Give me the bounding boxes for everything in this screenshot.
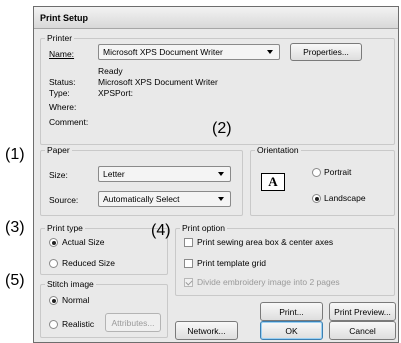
cancel-button[interactable]: Cancel [329, 321, 396, 340]
type-label: Type: [49, 88, 70, 98]
source-label: Source: [49, 195, 79, 205]
landscape-page-icon: A [261, 173, 285, 191]
status-printer-value: Microsoft XPS Document Writer [98, 77, 218, 87]
print-option-legend: Print option [182, 223, 225, 233]
attributes-button[interactable]: Attributes... [105, 313, 161, 332]
paper-size-select[interactable]: Letter [98, 166, 231, 182]
actual-size-label[interactable]: Actual Size [62, 237, 105, 247]
paper-size-value: Letter [103, 169, 125, 179]
print-setup-dialog: Print Setup Printer Name: Microsoft XPS … [33, 6, 399, 343]
normal-label[interactable]: Normal [62, 295, 89, 305]
status-ready-value: Ready [98, 66, 123, 76]
callout-1: (1) [5, 146, 25, 163]
portrait-radio[interactable] [312, 168, 321, 177]
where-label: Where: [49, 102, 77, 112]
orientation-legend: Orientation [257, 145, 299, 155]
chevron-down-icon [218, 172, 224, 176]
chevron-down-icon [218, 197, 224, 201]
print-button[interactable]: Print... [260, 302, 323, 321]
reduced-size-label[interactable]: Reduced Size [62, 258, 115, 268]
ok-button[interactable]: OK [260, 321, 323, 340]
print-preview-button[interactable]: Print Preview... [329, 302, 396, 321]
stitch-image-legend: Stitch image [47, 279, 94, 289]
paper-legend: Paper [47, 145, 70, 155]
printer-name-label: Name: [49, 49, 75, 59]
printer-legend: Printer [47, 33, 73, 43]
printer-name-value: Microsoft XPS Document Writer [103, 47, 223, 57]
print-type-legend: Print type [47, 223, 83, 233]
realistic-radio[interactable] [49, 320, 58, 329]
opt-sewing-area-checkbox[interactable] [184, 238, 193, 247]
network-button[interactable]: Network... [175, 321, 238, 340]
dialog-title: Print Setup [34, 7, 398, 29]
status-label: Status: [49, 77, 76, 87]
reduced-size-radio[interactable] [49, 259, 58, 268]
properties-button[interactable]: Properties... [290, 43, 362, 61]
landscape-label[interactable]: Landscape [324, 193, 366, 203]
actual-size-radio[interactable] [49, 238, 58, 247]
portrait-label[interactable]: Portrait [324, 167, 351, 177]
realistic-label[interactable]: Realistic [62, 319, 94, 329]
comment-label: Comment: [49, 117, 89, 127]
callout-3: (3) [5, 219, 25, 236]
opt-divide-image-checkbox[interactable] [184, 278, 193, 287]
callout-5: (5) [5, 272, 25, 289]
paper-source-select[interactable]: Automatically Select [98, 191, 231, 207]
printer-name-select[interactable]: Microsoft XPS Document Writer [98, 44, 280, 60]
opt-sewing-area-label[interactable]: Print sewing area box & center axes [197, 237, 333, 247]
size-label: Size: [49, 170, 68, 180]
paper-source-value: Automatically Select [103, 194, 180, 204]
normal-radio[interactable] [49, 296, 58, 305]
type-value: XPSPort: [98, 88, 133, 98]
opt-divide-image-label[interactable]: Divide embroidery image into 2 pages [197, 277, 340, 287]
opt-template-grid-label[interactable]: Print template grid [197, 258, 266, 268]
callout-4: (4) [151, 222, 171, 239]
callout-2: (2) [212, 120, 232, 137]
landscape-radio[interactable] [312, 194, 321, 203]
chevron-down-icon [267, 50, 273, 54]
opt-template-grid-checkbox[interactable] [184, 259, 193, 268]
